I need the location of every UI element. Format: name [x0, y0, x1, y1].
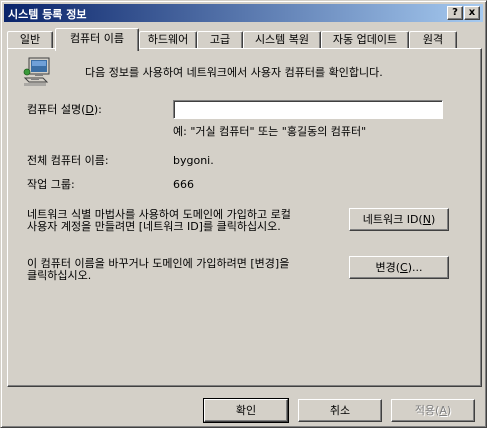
description-example: 예: "거실 컴퓨터" 또는 "홍길동의 컴퓨터": [173, 125, 367, 138]
computer-icon: [23, 57, 50, 86]
window-title: 시스템 등록 정보: [8, 8, 87, 21]
network-id-button[interactable]: 네트워크 ID(N): [349, 208, 449, 231]
full-computer-name-label: 전체 컴퓨터 이름:: [27, 154, 109, 167]
apply-button-key: A: [439, 403, 447, 417]
tab-general-label: 일반: [19, 33, 41, 46]
ok-button[interactable]: 확인: [203, 398, 289, 423]
apply-button[interactable]: 적용(A): [391, 399, 475, 422]
system-properties-window: 시스템 등록 정보 ? x 일반 컴퓨터 이름 하드웨어 고급 시스템 복원 자…: [0, 0, 487, 428]
tab-computer-name[interactable]: 컴퓨터 이름: [55, 28, 139, 51]
description-label-key: D: [85, 103, 94, 116]
cancel-button[interactable]: 취소: [298, 399, 382, 422]
change-text-line2: 클릭하십시오.: [27, 269, 92, 282]
change-button-suffix: )...: [407, 260, 423, 274]
change-button[interactable]: 변경(C)...: [349, 256, 449, 279]
tab-general[interactable]: 일반: [7, 31, 53, 49]
workgroup-label: 작업 그룹:: [27, 178, 75, 191]
description-label-suffix: ):: [93, 103, 102, 116]
close-button[interactable]: x: [464, 6, 480, 20]
tab-advanced[interactable]: 고급: [197, 31, 243, 49]
change-button-prefix: 변경(: [375, 260, 401, 274]
network-id-text-line2: 사용자 계정을 만들려면 [네트워크 ID]를 클릭하십시오.: [27, 220, 281, 233]
description-label: 컴퓨터 설명(D):: [27, 103, 102, 116]
tab-system-restore-label: 시스템 복원: [254, 33, 310, 46]
tab-computer-name-label: 컴퓨터 이름: [69, 32, 125, 45]
help-button[interactable]: ?: [447, 6, 463, 20]
tab-automatic-updates-label: 자동 업데이트: [332, 33, 398, 46]
tab-automatic-updates[interactable]: 자동 업데이트: [321, 31, 409, 49]
title-bar[interactable]: 시스템 등록 정보 ? x: [4, 4, 483, 22]
intro-text: 다음 정보를 사용하여 네트워크에서 사용자 컴퓨터를 확인합니다.: [85, 66, 383, 79]
computer-description-input[interactable]: [173, 100, 443, 119]
description-label-prefix: 컴퓨터 설명(: [27, 103, 86, 116]
network-id-button-key: N: [422, 212, 431, 226]
change-button-key: C: [400, 260, 408, 274]
tab-hardware-label: 하드웨어: [147, 33, 189, 46]
tab-advanced-label: 고급: [209, 33, 231, 46]
apply-button-prefix: 적용(: [414, 403, 440, 417]
tab-hardware[interactable]: 하드웨어: [139, 31, 197, 49]
network-id-button-suffix: ): [430, 212, 436, 226]
tab-remote[interactable]: 원격: [409, 31, 457, 49]
tab-system-restore[interactable]: 시스템 복원: [243, 31, 321, 49]
network-id-button-prefix: 네트워크 ID(: [362, 212, 423, 226]
workgroup-value: 666: [173, 178, 194, 191]
full-computer-name-value: bygoni.: [173, 154, 214, 167]
apply-button-suffix: ): [446, 403, 452, 417]
tab-remote-label: 원격: [422, 33, 444, 46]
